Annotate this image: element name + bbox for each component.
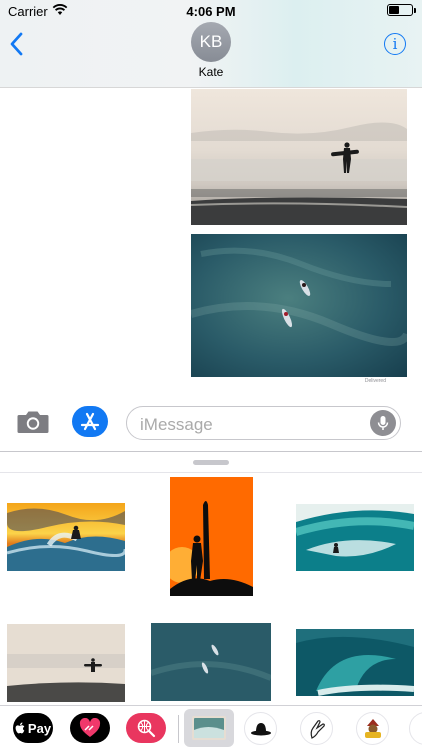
camera-icon[interactable]: [16, 409, 50, 435]
message-image-aerial-surfers[interactable]: [191, 234, 407, 377]
globe-search-icon: [137, 719, 156, 738]
contact-name[interactable]: Kate: [0, 65, 422, 79]
info-icon[interactable]: i: [384, 33, 406, 55]
imessage-placeholder: iMessage: [140, 415, 213, 434]
imessage-app-strip: Pay: [0, 705, 422, 750]
app-store-glyph: [80, 412, 100, 430]
status-bar: Carrier 4:06 PM: [0, 0, 422, 22]
sticker-curling-wave[interactable]: [296, 629, 414, 696]
hand-sketch-icon: [310, 719, 325, 739]
sticker-drawer: [0, 451, 422, 705]
battery-icon: [387, 4, 416, 16]
aerial-surfers-photo: [191, 234, 407, 377]
character-sticker-app[interactable]: [356, 712, 389, 745]
battery-level: [389, 6, 399, 14]
microphone-icon[interactable]: [370, 410, 396, 436]
character-sticker-icon: [364, 718, 381, 738]
surf-sticker-thumbnail: [192, 716, 226, 740]
sticker-misty-beach[interactable]: [7, 624, 125, 702]
app-store-icon[interactable]: [72, 406, 108, 437]
sticker-teal-barrel[interactable]: [296, 504, 414, 571]
apple-pay-app[interactable]: Pay: [13, 713, 53, 743]
hand-sketch-app[interactable]: [300, 712, 333, 745]
app-strip-divider: [178, 715, 179, 743]
message-image-beach-surfer[interactable]: [191, 89, 407, 225]
surf-stickers-app-selected[interactable]: [184, 709, 234, 747]
imessage-input[interactable]: iMessage: [126, 406, 401, 440]
drawer-divider: [0, 472, 422, 473]
sticker-aerial-sea[interactable]: [151, 623, 271, 701]
more-apps-partial[interactable]: [409, 712, 422, 745]
drawer-handle[interactable]: [193, 460, 229, 465]
bowler-hat-app[interactable]: [244, 712, 277, 745]
delivered-label: Delivered: [364, 378, 386, 384]
beach-surfer-photo: [191, 89, 407, 225]
sticker-sunset-wave[interactable]: [7, 503, 125, 571]
sticker-orange-silhouette[interactable]: [170, 477, 253, 596]
contact-avatar[interactable]: KB: [191, 22, 231, 62]
images-search-app[interactable]: [126, 713, 166, 743]
status-time: 4:06 PM: [186, 4, 236, 19]
digital-touch-app[interactable]: [70, 713, 110, 743]
apple-pay-label: Pay: [27, 720, 52, 736]
heart-hands-icon: [79, 718, 101, 737]
back-chevron-icon[interactable]: [10, 32, 24, 56]
apple-icon: [15, 722, 25, 733]
bowler-hat-icon: [250, 722, 271, 735]
conversation-header: Carrier 4:06 PM KB Kate i: [0, 0, 422, 88]
